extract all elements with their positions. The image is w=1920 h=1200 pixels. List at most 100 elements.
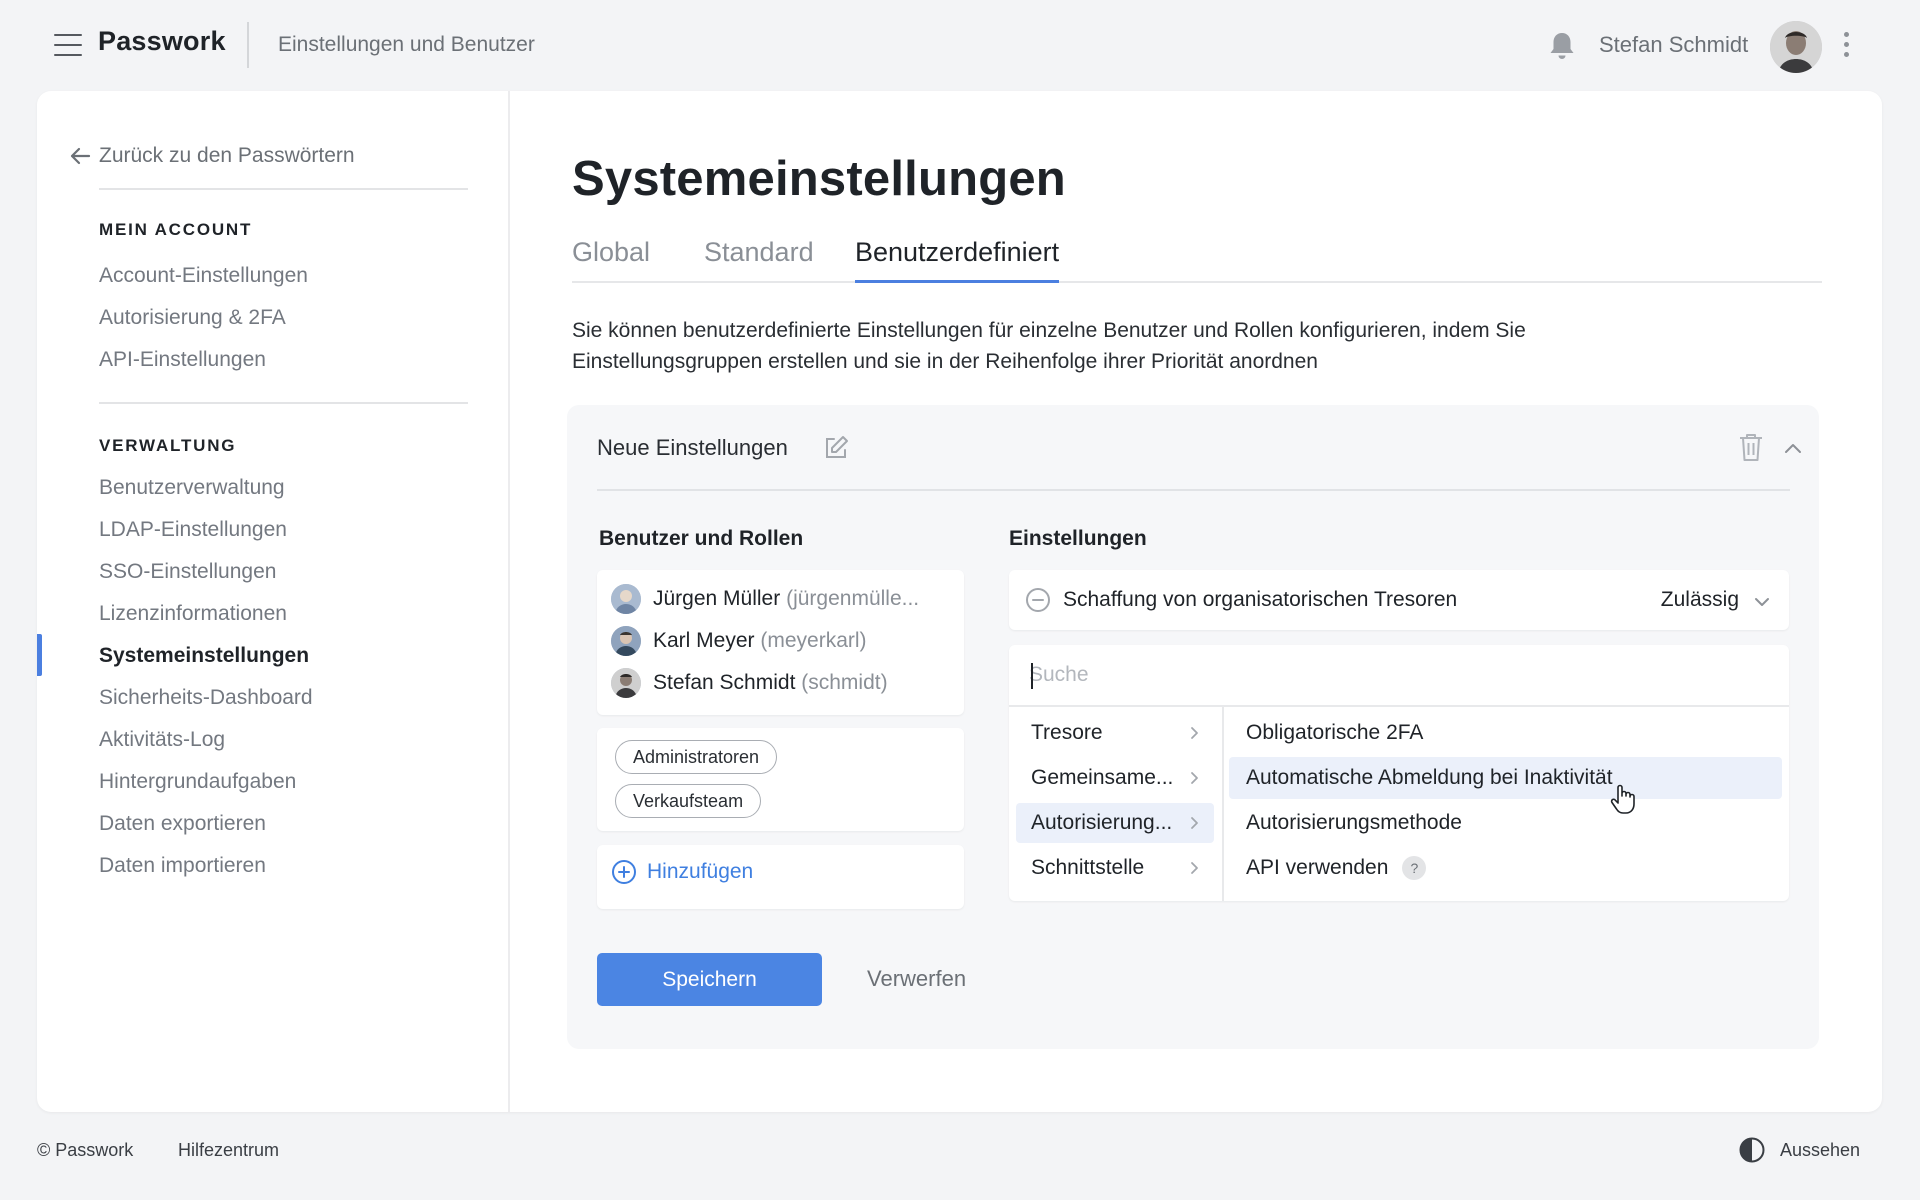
page-description: Sie können benutzerdefinierte Einstellun… <box>572 319 1526 373</box>
tab-bar: Global Standard Benutzerdefiniert <box>572 237 1822 283</box>
sidebar-item-authorization-2fa[interactable]: Autorisierung & 2FA <box>99 306 286 330</box>
chevron-right-icon <box>1191 862 1198 874</box>
contrast-icon <box>1739 1137 1765 1163</box>
tab-global[interactable]: Global <box>572 237 650 280</box>
list-item[interactable]: Stefan Schmidt (schmidt) <box>611 668 888 698</box>
sidebar-item-system-settings[interactable]: Systemeinstellungen <box>99 644 309 668</box>
list-item[interactable]: Karl Meyer (meyerkarl) <box>611 626 867 656</box>
category-authorization[interactable]: Autorisierung... <box>1016 803 1214 843</box>
sidebar-item-user-management[interactable]: Benutzerverwaltung <box>99 476 285 500</box>
tab-standard[interactable]: Standard <box>704 237 814 280</box>
back-to-passwords-link[interactable]: Zurück zu den Passwörtern <box>67 143 355 169</box>
roles-list: Administratoren Verkaufsteam <box>597 728 964 831</box>
chevron-up-icon[interactable] <box>1782 437 1804 459</box>
role-chip[interactable]: Administratoren <box>615 740 778 774</box>
footer-copyright: © Passwork <box>37 1140 134 1160</box>
option-use-api[interactable]: API verwenden ? <box>1229 847 1782 889</box>
column-divider <box>1222 705 1224 901</box>
plus-circle-icon <box>612 860 636 884</box>
settings-group-name: Neue Einstellungen <box>597 435 788 460</box>
content-area: Systemeinstellungen Global Standard Benu… <box>512 91 1882 1112</box>
settings-label: Einstellungen <box>1009 527 1147 550</box>
sidebar-item-import-data[interactable]: Daten importieren <box>99 854 266 878</box>
top-divider <box>247 22 249 68</box>
user-name: Stefan Schmidt <box>653 671 796 694</box>
sidebar-item-activity-log[interactable]: Aktivitäts-Log <box>99 728 225 752</box>
users-list: Jürgen Müller (jürgenmülle... Karl Meyer… <box>597 570 964 715</box>
page-title: Systemeinstellungen <box>572 152 1066 206</box>
settings-picker: Tresore Gemeinsame... Autorisierung... S… <box>1009 645 1789 901</box>
role-chip[interactable]: Verkaufsteam <box>615 784 762 818</box>
help-center-link[interactable]: Hilfezentrum <box>178 1140 279 1161</box>
category-label: Autorisierung... <box>1031 811 1173 834</box>
category-interface[interactable]: Schnittstelle <box>1016 848 1214 888</box>
category-label: Schnittstelle <box>1031 856 1145 879</box>
option-auth-method[interactable]: Autorisierungsmethode <box>1229 802 1782 844</box>
panel-divider <box>597 489 1790 491</box>
menu-icon[interactable] <box>54 34 82 56</box>
avatar[interactable] <box>1770 21 1822 73</box>
category-label: Gemeinsame... <box>1031 766 1174 789</box>
remove-circle-icon[interactable] <box>1025 587 1051 613</box>
user-name: Jürgen Müller <box>653 587 781 610</box>
add-label: Hinzufügen <box>647 860 754 883</box>
sidebar-item-security-dashboard[interactable]: Sicherheits-Dashboard <box>99 686 313 710</box>
appearance-label: Aussehen <box>1780 1139 1861 1160</box>
category-label: Tresore <box>1031 721 1103 744</box>
user-name: Karl Meyer <box>653 629 755 652</box>
bell-icon[interactable] <box>1548 30 1576 62</box>
arrow-left-icon <box>70 147 91 165</box>
user-login: (schmidt) <box>801 671 888 694</box>
sidebar-divider <box>99 188 468 190</box>
avatar <box>611 668 641 698</box>
sidebar-item-background-tasks[interactable]: Hintergrundaufgaben <box>99 770 296 794</box>
section-heading-admin: VERWALTUNG <box>99 436 237 455</box>
sidebar: Zurück zu den Passwörtern MEIN ACCOUNT A… <box>37 91 510 1112</box>
section-heading-account: MEIN ACCOUNT <box>99 220 253 239</box>
active-item-indicator <box>37 634 42 676</box>
search-input[interactable] <box>1029 655 1759 695</box>
page-subtitle: Einstellungen und Benutzer <box>278 33 535 56</box>
edit-icon[interactable] <box>822 434 850 462</box>
brand-logo[interactable]: Passwork <box>98 26 226 57</box>
avatar <box>611 584 641 614</box>
search-divider <box>1009 705 1789 707</box>
main-card: Zurück zu den Passwörtern MEIN ACCOUNT A… <box>37 91 1882 1112</box>
chevron-right-icon <box>1191 817 1198 829</box>
top-bar: Passwork Einstellungen und Benutzer Stef… <box>0 0 1920 92</box>
user-name[interactable]: Stefan Schmidt <box>1599 32 1748 58</box>
category-vaults[interactable]: Tresore <box>1016 713 1214 753</box>
option-auto-logout[interactable]: Automatische Abmeldung bei Inaktivität <box>1229 757 1782 799</box>
more-options-icon[interactable] <box>1840 32 1852 60</box>
user-login: (jürgenmülle... <box>786 587 920 610</box>
setting-label: Schaffung von organisatorischen Tresoren <box>1063 588 1458 611</box>
settings-group-panel: Neue Einstellungen Benutzer und Rollen J… <box>567 405 1819 1049</box>
chevron-down-icon[interactable] <box>1753 593 1771 611</box>
back-label: Zurück zu den Passwörtern <box>99 144 355 167</box>
user-login: (meyerkarl) <box>760 629 867 652</box>
setting-row: Schaffung von organisatorischen Tresoren… <box>1009 570 1789 630</box>
setting-value-select[interactable]: Zulässig <box>1661 588 1739 612</box>
tab-custom[interactable]: Benutzerdefiniert <box>855 237 1060 283</box>
sidebar-item-ldap[interactable]: LDAP-Einstellungen <box>99 518 287 542</box>
avatar <box>611 626 641 656</box>
appearance-toggle[interactable]: Aussehen <box>1738 1136 1860 1164</box>
sidebar-item-account-settings[interactable]: Account-Einstellungen <box>99 264 308 288</box>
discard-button[interactable]: Verwerfen <box>867 966 966 992</box>
text-caret <box>1031 663 1033 689</box>
category-shared[interactable]: Gemeinsame... <box>1016 758 1214 798</box>
chevron-right-icon <box>1191 772 1198 784</box>
sidebar-item-license[interactable]: Lizenzinformationen <box>99 602 287 626</box>
help-icon[interactable]: ? <box>1402 856 1427 880</box>
chevron-right-icon <box>1191 727 1198 739</box>
add-button[interactable]: Hinzufügen <box>611 859 753 885</box>
option-mandatory-2fa[interactable]: Obligatorische 2FA <box>1229 712 1782 754</box>
list-item[interactable]: Jürgen Müller (jürgenmülle... <box>611 584 919 614</box>
sidebar-item-sso[interactable]: SSO-Einstellungen <box>99 560 276 584</box>
sidebar-item-export-data[interactable]: Daten exportieren <box>99 812 266 836</box>
sidebar-item-api-settings[interactable]: API-Einstellungen <box>99 348 266 372</box>
users-roles-label: Benutzer und Rollen <box>599 527 804 550</box>
save-button[interactable]: Speichern <box>597 953 822 1006</box>
trash-icon[interactable] <box>1737 431 1765 463</box>
add-container: Hinzufügen <box>597 845 964 909</box>
